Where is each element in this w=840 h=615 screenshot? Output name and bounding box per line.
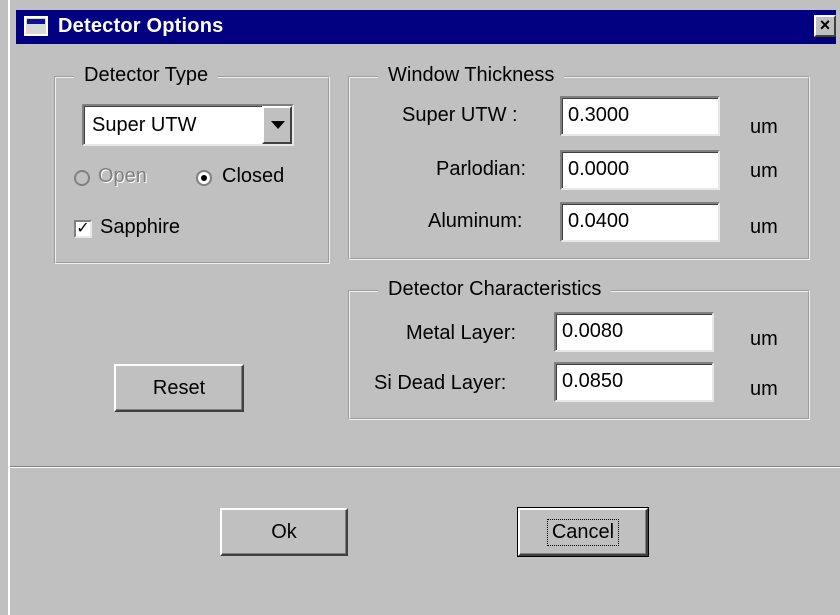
window-title: Detector Options [58,15,224,37]
super-utw-unit: um [750,116,778,138]
detector-type-select[interactable]: Super UTW [82,104,294,146]
metal-layer-unit: um [750,328,778,350]
si-dead-layer-field[interactable]: 0.0850 [554,362,714,402]
aluminum-label: Aluminum: [428,210,523,232]
detector-options-dialog: Detector Options × Detector Type Super U… [8,0,840,615]
radio-closed-label: Closed [222,165,285,187]
super-utw-field[interactable]: 0.3000 [560,96,720,136]
aluminum-field[interactable]: 0.0400 [560,202,720,242]
super-utw-label: Super UTW : [402,104,518,126]
reset-button[interactable]: Reset [114,364,244,412]
dropdown-arrow-icon[interactable] [262,106,292,144]
close-button[interactable]: × [814,15,836,37]
radio-open-label: Open [98,165,147,187]
detector-type-selected-value: Super UTW [92,114,197,136]
parlodian-unit: um [750,160,778,182]
parlodian-field[interactable]: 0.0000 [560,150,720,190]
si-dead-layer-unit: um [750,378,778,400]
metal-layer-field[interactable]: 0.0080 [554,312,714,352]
radio-open[interactable] [74,170,90,186]
window-icon[interactable] [24,16,48,36]
divider [10,466,840,468]
cancel-button[interactable]: Cancel [517,507,649,557]
sapphire-label: Sapphire [100,216,181,238]
detector-characteristics-legend: Detector Characteristics [378,278,612,301]
si-dead-layer-label: Si Dead Layer: [374,372,507,394]
metal-layer-label: Metal Layer: [406,322,517,344]
parlodian-label: Parlodian: [436,158,527,180]
title-bar[interactable]: Detector Options × [16,10,836,44]
sapphire-checkbox[interactable]: ✓ [74,220,92,238]
radio-closed[interactable] [196,170,212,186]
detector-type-legend: Detector Type [74,64,219,87]
ok-button[interactable]: Ok [220,508,348,556]
window-thickness-legend: Window Thickness [378,64,565,87]
aluminum-unit: um [750,216,778,238]
cancel-button-label: Cancel [546,518,620,546]
